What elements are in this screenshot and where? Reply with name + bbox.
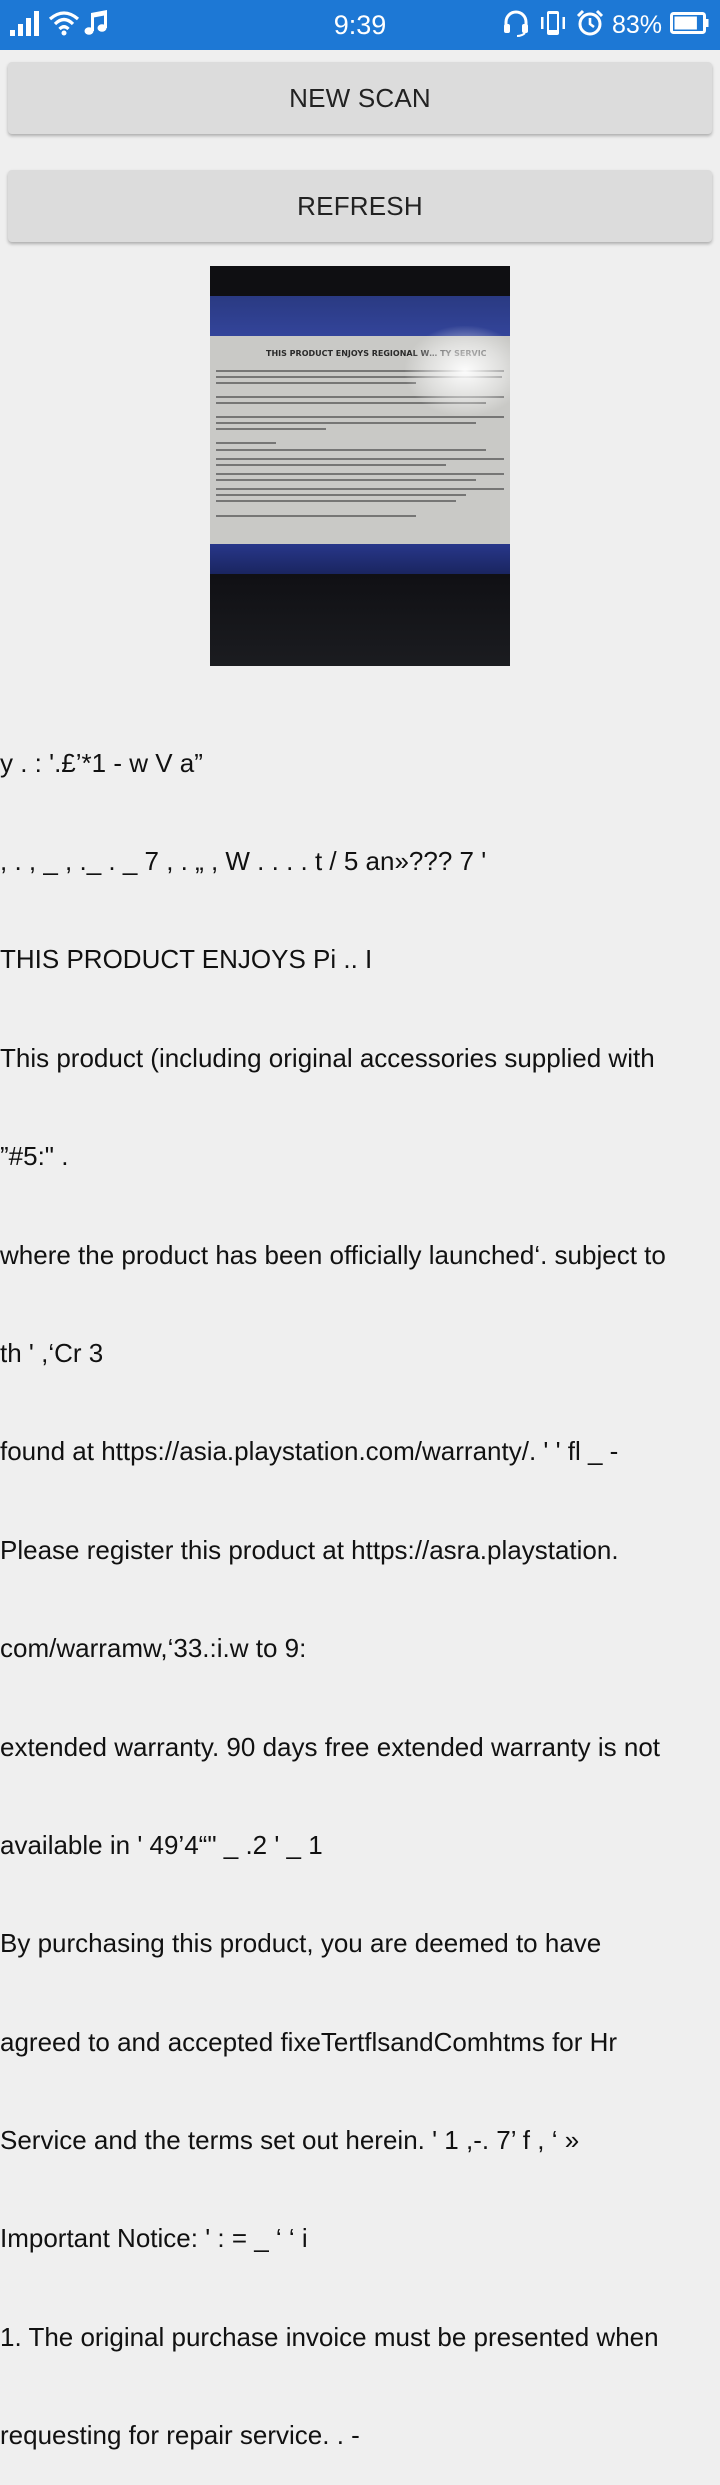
status-bar: 9:39 83% (0, 0, 720, 50)
ocr-result-text: y . : '.£’*1 - w V a” , . , _ , ._ . _ 7… (0, 681, 720, 2485)
battery-icon (670, 11, 710, 39)
headset-icon (502, 9, 530, 41)
photo-dark-area (210, 574, 510, 666)
alarm-icon (576, 9, 604, 41)
vibrate-icon (538, 9, 568, 41)
ocr-line: , . , _ , ._ . _ 7 , . „ , W . . . . t /… (0, 845, 487, 876)
new-scan-button[interactable]: NEW SCAN (8, 62, 712, 134)
ocr-line: agreed to and accepted fixeTertflsandCom… (0, 2026, 618, 2057)
ocr-line: extended warranty. 90 days free extended… (0, 1731, 661, 1762)
ocr-line: This product (including original accesso… (0, 1042, 655, 1073)
ocr-line: 1. The original purchase invoice must be… (0, 2321, 659, 2352)
battery-percent: 83% (611, 10, 662, 39)
ocr-line: THIS PRODUCT ENJOYS Pi .. I (0, 944, 373, 975)
photo-warranty-sheet: THIS PRODUCT ENJOYS REGIONAL W… TY SERVI… (210, 326, 510, 544)
ocr-line: Important Notice: ' : = _ ‘ ‘ i (0, 2223, 308, 2254)
ocr-line: found at https://asia.playstation.com/wa… (0, 1436, 619, 1467)
ocr-line: Service and the terms set out herein. ' … (0, 2125, 580, 2156)
photo-blue-band-bottom (210, 544, 510, 574)
ocr-line: y . : '.£’*1 - w V a” (0, 747, 203, 778)
ocr-line: th ' ,‘Cr 3 (0, 1337, 104, 1368)
ocr-line: where the product has been officially la… (0, 1239, 666, 1270)
ocr-line: By purchasing this product, you are deem… (0, 1928, 602, 1959)
refresh-button[interactable]: REFRESH (8, 170, 712, 242)
ocr-line: ”#5:" . (0, 1141, 69, 1172)
scanned-photo: THIS PRODUCT ENJOYS REGIONAL W… TY SERVI… (210, 266, 510, 666)
ocr-line: com/warramw,‘33.:i.w to 9: (0, 1633, 307, 1664)
ocr-line: requesting for repair service. . - (0, 2420, 360, 2451)
status-right-icons: 83% (502, 0, 710, 50)
ocr-line: Please register this product at https://… (0, 1534, 619, 1565)
ocr-line: available in ' 49’4“" _ .2 ' _ 1 (0, 1829, 323, 1860)
